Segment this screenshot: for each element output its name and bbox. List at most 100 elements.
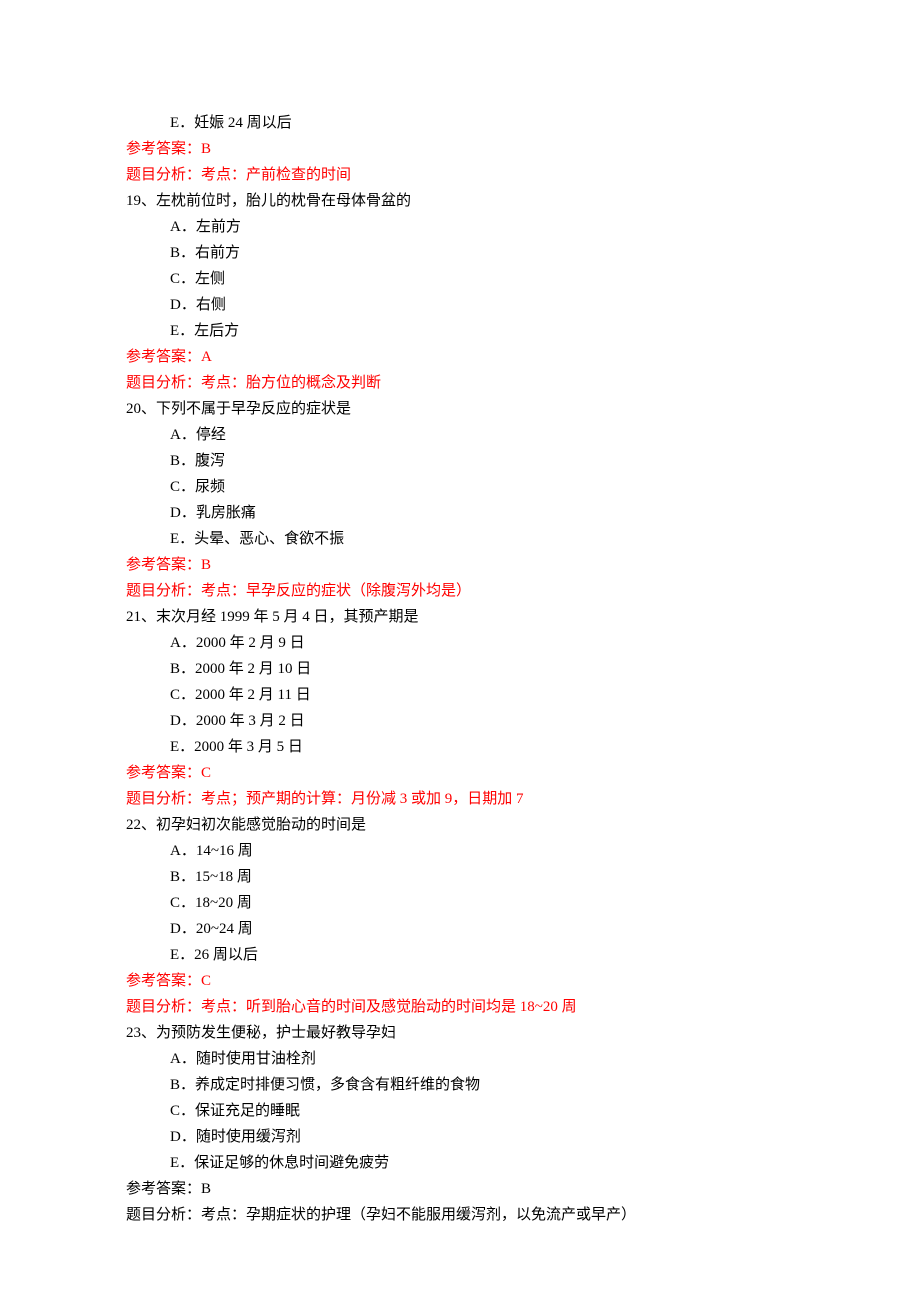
option-label: E． xyxy=(170,947,194,963)
q23-analysis: 题目分析：考点：孕期症状的护理（孕妇不能服用缓泻剂，以免流产或早产） xyxy=(126,1202,794,1228)
option-text: 左前方 xyxy=(196,219,241,235)
answer-value: B xyxy=(201,141,211,157)
option-text: 尿频 xyxy=(195,479,225,495)
option-label: B． xyxy=(170,1077,195,1093)
option-label: B． xyxy=(170,453,195,469)
q21-option-b: B．2000 年 2 月 10 日 xyxy=(126,656,794,682)
q23-option-a: A．随时使用甘油栓剂 xyxy=(126,1046,794,1072)
q18-option-e: E．妊娠 24 周以后 xyxy=(126,110,794,136)
option-label: D． xyxy=(170,1129,196,1145)
option-label: E． xyxy=(170,1155,194,1171)
q19-option-a: A．左前方 xyxy=(126,214,794,240)
q20-option-b: B．腹泻 xyxy=(126,448,794,474)
option-label: C． xyxy=(170,479,195,495)
option-label: C． xyxy=(170,271,195,287)
q19-stem: 19、左枕前位时，胎儿的枕骨在母体骨盆的 xyxy=(126,188,794,214)
option-label: E． xyxy=(170,115,194,131)
option-label: D． xyxy=(170,921,196,937)
option-label: A． xyxy=(170,635,196,651)
option-label: D． xyxy=(170,297,196,313)
option-label: E． xyxy=(170,323,194,339)
document-page: E．妊娠 24 周以后 参考答案：B 题目分析：考点：产前检查的时间 19、左枕… xyxy=(0,0,920,1288)
q19-option-d: D．右侧 xyxy=(126,292,794,318)
q19-analysis: 题目分析：考点：胎方位的概念及判断 xyxy=(126,370,794,396)
option-text: 2000 年 2 月 9 日 xyxy=(196,635,305,651)
q20-option-a: A．停经 xyxy=(126,422,794,448)
analysis-text: 考点：听到胎心音的时间及感觉胎动的时间均是 18~20 周 xyxy=(201,999,577,1015)
answer-label: 参考答案： xyxy=(126,141,201,157)
option-label: B． xyxy=(170,869,195,885)
q23-option-e: E．保证足够的休息时间避免疲劳 xyxy=(126,1150,794,1176)
answer-label: 参考答案： xyxy=(126,349,201,365)
analysis-label: 题目分析： xyxy=(126,999,201,1015)
q23-stem: 23、为预防发生便秘，护士最好教导孕妇 xyxy=(126,1020,794,1046)
q19-answer: 参考答案：A xyxy=(126,344,794,370)
option-text: 左后方 xyxy=(194,323,239,339)
option-text: 随时使用缓泻剂 xyxy=(196,1129,301,1145)
option-label: D． xyxy=(170,505,196,521)
q21-option-d: D．2000 年 3 月 2 日 xyxy=(126,708,794,734)
option-text: 2000 年 3 月 2 日 xyxy=(196,713,305,729)
option-text: 养成定时排便习惯，多食含有粗纤维的食物 xyxy=(195,1077,480,1093)
q22-stem: 22、初孕妇初次能感觉胎动的时间是 xyxy=(126,812,794,838)
answer-label: 参考答案： xyxy=(126,765,201,781)
q22-answer: 参考答案：C xyxy=(126,968,794,994)
q19-option-e: E．左后方 xyxy=(126,318,794,344)
q21-option-a: A．2000 年 2 月 9 日 xyxy=(126,630,794,656)
q20-analysis: 题目分析：考点：早孕反应的症状（除腹泻外均是） xyxy=(126,578,794,604)
answer-value: A xyxy=(201,349,212,365)
option-label: D． xyxy=(170,713,196,729)
option-label: E． xyxy=(170,739,194,755)
q19-option-b: B．右前方 xyxy=(126,240,794,266)
option-text: 保证充足的睡眠 xyxy=(195,1103,300,1119)
answer-label: 参考答案： xyxy=(126,1181,201,1197)
q23-option-d: D．随时使用缓泻剂 xyxy=(126,1124,794,1150)
option-label: C． xyxy=(170,895,195,911)
q22-option-e: E．26 周以后 xyxy=(126,942,794,968)
q20-answer: 参考答案：B xyxy=(126,552,794,578)
q18-answer: 参考答案：B xyxy=(126,136,794,162)
option-text: 乳房胀痛 xyxy=(196,505,256,521)
analysis-label: 题目分析： xyxy=(126,583,201,599)
option-label: A． xyxy=(170,843,196,859)
option-text: 左侧 xyxy=(195,271,225,287)
q18-analysis: 题目分析：考点：产前检查的时间 xyxy=(126,162,794,188)
answer-value: C xyxy=(201,765,211,781)
option-label: B． xyxy=(170,245,195,261)
option-text: 停经 xyxy=(196,427,226,443)
q23-option-b: B．养成定时排便习惯，多食含有粗纤维的食物 xyxy=(126,1072,794,1098)
q21-stem: 21、末次月经 1999 年 5 月 4 日，其预产期是 xyxy=(126,604,794,630)
answer-value: B xyxy=(201,1181,211,1197)
analysis-text: 考点；预产期的计算：月份减 3 或加 9，日期加 7 xyxy=(201,791,524,807)
answer-label: 参考答案： xyxy=(126,557,201,573)
answer-value: B xyxy=(201,557,211,573)
q20-option-d: D．乳房胀痛 xyxy=(126,500,794,526)
option-text: 2000 年 2 月 11 日 xyxy=(195,687,311,703)
q22-analysis: 题目分析：考点：听到胎心音的时间及感觉胎动的时间均是 18~20 周 xyxy=(126,994,794,1020)
q20-option-c: C．尿频 xyxy=(126,474,794,500)
analysis-text: 考点：胎方位的概念及判断 xyxy=(201,375,381,391)
option-label: A． xyxy=(170,427,196,443)
analysis-text: 考点：早孕反应的症状（除腹泻外均是） xyxy=(201,583,471,599)
analysis-label: 题目分析： xyxy=(126,167,201,183)
option-label: E． xyxy=(170,531,194,547)
option-label: C． xyxy=(170,1103,195,1119)
answer-label: 参考答案： xyxy=(126,973,201,989)
option-text: 2000 年 3 月 5 日 xyxy=(194,739,303,755)
answer-value: C xyxy=(201,973,211,989)
option-text: 随时使用甘油栓剂 xyxy=(196,1051,316,1067)
option-label: C． xyxy=(170,687,195,703)
option-text: 妊娠 24 周以后 xyxy=(194,115,292,131)
analysis-label: 题目分析： xyxy=(126,375,201,391)
q22-option-a: A．14~16 周 xyxy=(126,838,794,864)
q21-answer: 参考答案：C xyxy=(126,760,794,786)
q21-option-c: C．2000 年 2 月 11 日 xyxy=(126,682,794,708)
option-text: 14~16 周 xyxy=(196,843,253,859)
option-text: 保证足够的休息时间避免疲劳 xyxy=(194,1155,389,1171)
option-label: A． xyxy=(170,219,196,235)
option-text: 20~24 周 xyxy=(196,921,253,937)
option-text: 2000 年 2 月 10 日 xyxy=(195,661,311,677)
analysis-text: 考点：产前检查的时间 xyxy=(201,167,351,183)
q23-option-c: C．保证充足的睡眠 xyxy=(126,1098,794,1124)
option-text: 头晕、恶心、食欲不振 xyxy=(194,531,344,547)
